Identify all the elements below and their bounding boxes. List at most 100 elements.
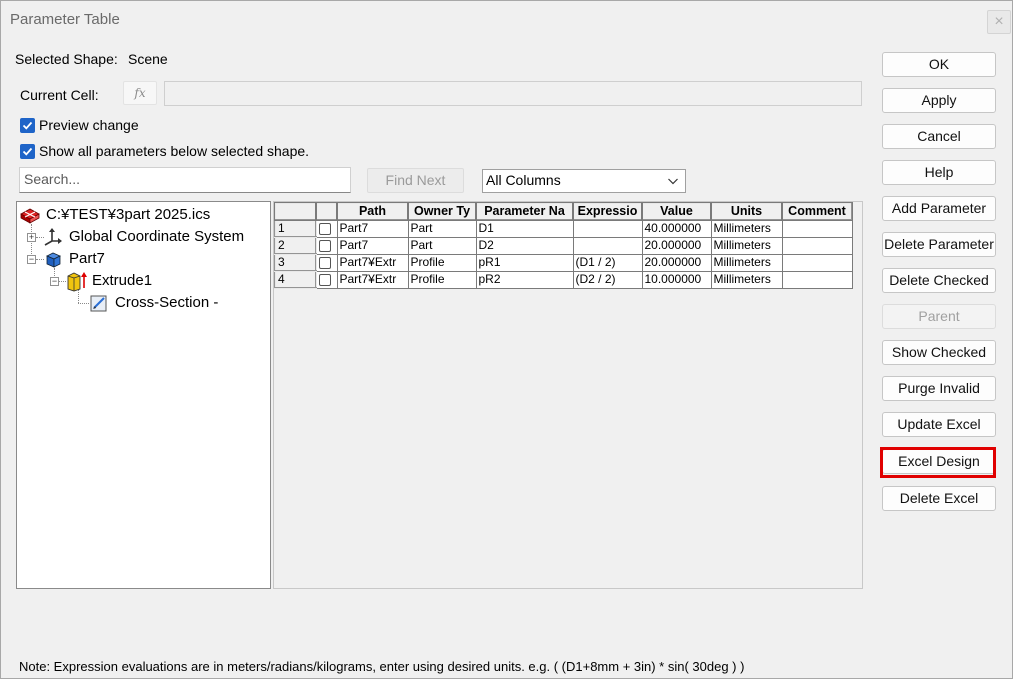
row-number[interactable]: 1 [274,219,317,238]
cell-expression[interactable]: (D2 / 2) [572,270,643,289]
cell-expression[interactable] [572,219,643,238]
row-number[interactable]: 2 [274,236,317,255]
checkmark-icon [22,147,33,156]
column-header-owner-type[interactable]: Owner Ty [407,202,477,221]
row-checkbox[interactable] [315,219,338,238]
delete-parameter-button[interactable]: Delete Parameter [882,232,996,257]
dialog-title: Parameter Table [10,11,120,28]
tree-item-cross-section[interactable]: Cross-Section - [115,294,218,311]
row-number[interactable]: 4 [274,270,317,289]
collapse-icon[interactable]: − [50,277,59,286]
help-button[interactable]: Help [882,160,996,185]
show-checked-button[interactable]: Show Checked [882,340,996,365]
close-button[interactable]: × [987,10,1011,34]
cell-expression[interactable] [572,236,643,255]
columns-select[interactable]: All Columns [482,169,686,193]
table-header-row: Path Owner Ty Parameter Na Expressio Val… [274,202,853,221]
parameter-table-dialog: Parameter Table × Selected Shape: Scene … [0,0,1013,679]
table-row[interactable]: 1 Part7 Part D1 40.000000 Millimeters [274,219,853,238]
column-header-parameter-name[interactable]: Parameter Na [475,202,574,221]
show-all-label: Show all parameters below selected shape… [39,143,310,159]
preview-change-label: Preview change [39,117,139,133]
cell-units[interactable]: Millimeters [710,270,783,289]
column-header-comment[interactable]: Comment [781,202,853,221]
cell-path[interactable]: Part7¥Extr [336,253,409,272]
selected-shape-value: Scene [128,51,168,67]
table-row[interactable]: 3 Part7¥Extr Profile pR1 (D1 / 2) 20.000… [274,253,853,272]
columns-select-value: All Columns [486,172,561,188]
parameter-table[interactable]: Path Owner Ty Parameter Na Expressio Val… [274,202,853,289]
selected-shape-label: Selected Shape: [15,51,118,67]
expand-icon[interactable]: + [27,233,36,242]
show-all-checkbox[interactable] [20,144,35,159]
row-number[interactable]: 3 [274,253,317,272]
tree-line [78,303,89,304]
cell-owner-type[interactable]: Profile [407,253,477,272]
cell-parameter-name[interactable]: pR2 [475,270,574,289]
tree-item-global-coordinate-system[interactable]: Global Coordinate System [69,228,244,245]
row-checkbox[interactable] [315,253,338,272]
search-input[interactable]: Search... [19,167,351,193]
cell-owner-type[interactable]: Profile [407,270,477,289]
cell-value[interactable]: 40.000000 [641,219,712,238]
title-bar: Parameter Table × [1,1,1012,39]
cell-path[interactable]: Part7 [336,236,409,255]
units-note: Note: Expression evaluations are in mete… [19,659,745,674]
add-parameter-button[interactable]: Add Parameter [882,196,996,221]
cell-comment[interactable] [781,236,853,255]
table-row[interactable]: 2 Part7 Part D2 20.000000 Millimeters [274,236,853,255]
cell-comment[interactable] [781,253,853,272]
preview-change-checkbox[interactable] [20,118,35,133]
parent-button[interactable]: Parent [882,304,996,329]
cell-parameter-name[interactable]: pR1 [475,253,574,272]
cell-parameter-name[interactable]: D1 [475,219,574,238]
tree-item-root[interactable]: C:¥TEST¥3part 2025.ics [46,206,210,223]
delete-checked-button[interactable]: Delete Checked [882,268,996,293]
cell-parameter-name[interactable]: D2 [475,236,574,255]
apply-button[interactable]: Apply [882,88,996,113]
delete-excel-button[interactable]: Delete Excel [882,486,996,511]
checkmark-icon [22,121,33,130]
ok-button[interactable]: OK [882,52,996,77]
cancel-button[interactable]: Cancel [882,124,996,149]
fx-button[interactable]: fx [123,81,157,105]
row-checkbox[interactable] [315,270,338,289]
table-row[interactable]: 4 Part7¥Extr Profile pR2 (D2 / 2) 10.000… [274,270,853,289]
scene-icon [20,208,40,224]
cell-comment[interactable] [781,219,853,238]
column-header-expression[interactable]: Expressio [572,202,643,221]
column-header-path[interactable]: Path [336,202,409,221]
cell-value[interactable]: 20.000000 [641,253,712,272]
cell-value[interactable]: 10.000000 [641,270,712,289]
cell-path[interactable]: Part7 [336,219,409,238]
extrude-icon [67,272,87,292]
cell-value[interactable]: 20.000000 [641,236,712,255]
cell-owner-type[interactable]: Part [407,219,477,238]
cell-units[interactable]: Millimeters [710,253,783,272]
collapse-icon[interactable]: − [27,255,36,264]
corner-header[interactable] [274,202,317,221]
formula-input[interactable] [164,81,862,106]
parameter-grid[interactable]: Path Owner Ty Parameter Na Expressio Val… [273,201,863,589]
excel-design-highlight [880,447,996,478]
shape-tree[interactable]: C:¥TEST¥3part 2025.ics + Global Coordina… [16,201,271,589]
cell-expression[interactable]: (D1 / 2) [572,253,643,272]
coordinate-system-icon [44,228,62,246]
purge-invalid-button[interactable]: Purge Invalid [882,376,996,401]
cell-path[interactable]: Part7¥Extr [336,270,409,289]
column-header-units[interactable]: Units [710,202,783,221]
check-column-header[interactable] [315,202,338,221]
column-header-value[interactable]: Value [641,202,712,221]
row-checkbox[interactable] [315,236,338,255]
update-excel-button[interactable]: Update Excel [882,412,996,437]
cell-units[interactable]: Millimeters [710,236,783,255]
cell-units[interactable]: Millimeters [710,219,783,238]
cross-section-icon [90,295,107,312]
find-next-button[interactable]: Find Next [367,168,464,193]
tree-item-part7[interactable]: Part7 [69,250,105,267]
cell-comment[interactable] [781,270,853,289]
chevron-down-icon [668,178,678,185]
tree-item-extrude1[interactable]: Extrude1 [92,272,152,289]
cell-owner-type[interactable]: Part [407,236,477,255]
part-icon [46,252,61,268]
